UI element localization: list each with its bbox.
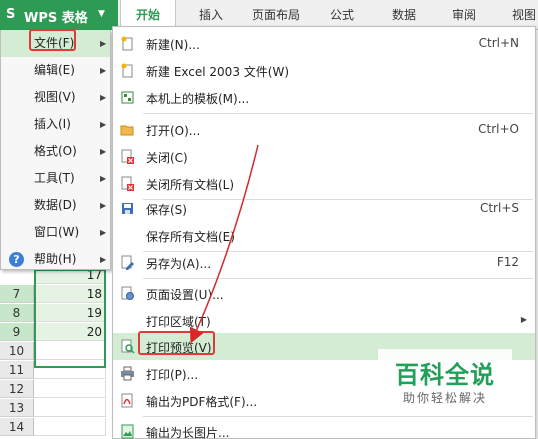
menu-item-local-templates[interactable]: 本机上的模板(M)... [113, 84, 535, 111]
row-header[interactable]: 7 [0, 285, 34, 303]
menu-item-label: 窗口(W) [34, 225, 80, 239]
menu-item-page-setup[interactable]: 页面设置(U)... [113, 280, 535, 307]
table-cell[interactable] [34, 418, 106, 436]
chevron-right-icon: ▶ [100, 66, 107, 75]
annotation-highlight-box [29, 29, 76, 51]
menu-item-label: 格式(O) [34, 144, 77, 158]
menu-item-label: 编辑(E) [34, 63, 75, 77]
menu-item-label: 保存(S) [146, 203, 187, 217]
menu-item-label: 新建(N)... [146, 38, 200, 52]
menu-item-save[interactable]: 保存(S) Ctrl+S [113, 195, 535, 222]
template-icon [121, 91, 134, 104]
chevron-right-icon: ▶ [520, 315, 527, 324]
menu-item-close[interactable]: 关闭(C) [113, 143, 535, 170]
menu-item-save-as[interactable]: 另存为(A)... F12 [113, 249, 535, 276]
row-header[interactable]: 12 [0, 380, 34, 398]
row-header[interactable]: 8 [0, 304, 34, 322]
chevron-right-icon: ▶ [100, 147, 107, 156]
menu-item-label: 关闭所有文档(L) [146, 178, 235, 192]
menu-item-label: 本机上的模板(M)... [146, 92, 250, 106]
menu-item-label: 输出为长图片... [146, 426, 230, 439]
pdf-icon [121, 393, 133, 408]
chevron-right-icon: ▶ [100, 120, 107, 129]
shortcut-label: F12 [496, 255, 519, 269]
menu-item-label: 另存为(A)... [146, 257, 212, 271]
menu-item-close-all[interactable]: 关闭所有文档(L) [113, 170, 535, 197]
menu-item-print-area[interactable]: 打印区域(T) ▶ [113, 307, 535, 334]
menu-item-label: 打印区域(T) [146, 315, 211, 329]
chevron-right-icon: ▶ [100, 201, 107, 210]
menu-item-view[interactable]: 视图(V) ▶ [1, 84, 110, 111]
save-as-icon [121, 255, 134, 270]
selection-outline [34, 269, 106, 368]
menu-item-label: 新建 Excel 2003 文件(W) [146, 65, 289, 79]
chevron-right-icon: ▶ [100, 39, 107, 48]
table-cell[interactable] [34, 380, 106, 398]
menu-separator [143, 416, 533, 417]
save-icon [122, 203, 133, 214]
menu-item-tools[interactable]: 工具(T) ▶ [1, 165, 110, 192]
folder-open-icon [120, 125, 134, 136]
app-title: WPS 表格 [24, 11, 88, 26]
chevron-right-icon: ▶ [100, 93, 107, 102]
menu-item-data[interactable]: 数据(D) ▶ [1, 192, 110, 219]
menu-item-label: 打印(P)... [146, 368, 199, 382]
new-file-icon [121, 36, 133, 51]
shortcut-label: Ctrl+S [479, 201, 519, 215]
menu-item-format[interactable]: 格式(O) ▶ [1, 138, 110, 165]
menu-item-insert[interactable]: 插入(I) ▶ [1, 111, 110, 138]
shortcut-label: Ctrl+N [478, 36, 519, 50]
menu-item-new[interactable]: 新建(N)... Ctrl+N [113, 30, 535, 57]
menu-separator [143, 278, 533, 279]
new-excel-icon [121, 63, 133, 78]
menu-item-label: 视图(V) [34, 90, 76, 104]
watermark-subtitle: 助你轻松解决 [402, 391, 487, 405]
wps-logo-icon: S [6, 7, 16, 22]
menu-item-label: 关闭(C) [146, 151, 188, 165]
row-header[interactable]: 9 [0, 323, 34, 341]
printer-icon [121, 366, 134, 381]
menu-item-help[interactable]: ? 帮助(H) ▶ [1, 246, 110, 273]
shortcut-label: Ctrl+O [478, 122, 519, 136]
long-image-icon [121, 424, 134, 439]
menu-item-label: 帮助(H) [34, 252, 77, 266]
menu-item-label: 打开(O)... [146, 124, 201, 138]
row-header[interactable]: 13 [0, 399, 34, 417]
menu-item-label: 输出为PDF格式(F)... [146, 395, 258, 409]
watermark-title: 百科全说 [395, 361, 495, 389]
menu-item-window[interactable]: 窗口(W) ▶ [1, 219, 110, 246]
close-all-icon [121, 176, 134, 191]
chevron-right-icon: ▶ [100, 174, 107, 183]
menu-item-save-all[interactable]: 保存所有文档(E) [113, 222, 535, 249]
menu-separator [143, 113, 533, 114]
table-cell[interactable] [34, 399, 106, 417]
chevron-right-icon: ▶ [100, 228, 107, 237]
watermark: 百科全说 助你轻松解决 [378, 349, 512, 413]
menu-item-label: 工具(T) [34, 171, 75, 185]
chevron-right-icon: ▶ [100, 255, 107, 264]
menu-item-label: 数据(D) [34, 198, 77, 212]
wps-main-menu: 文件(F) ▶ 编辑(E) ▶ 视图(V) ▶ 插入(I) ▶ 格式(O) ▶ … [0, 30, 111, 270]
menu-item-new-excel-2003[interactable]: 新建 Excel 2003 文件(W) [113, 57, 535, 84]
menu-item-export-long-image[interactable]: 输出为长图片... [113, 418, 535, 439]
menu-item-label: 页面设置(U)... [146, 288, 224, 302]
menu-item-open[interactable]: 打开(O)... Ctrl+O [113, 116, 535, 143]
menu-item-label: 保存所有文档(E) [146, 230, 235, 244]
page-setup-icon [121, 286, 134, 300]
wps-app-menu-button[interactable]: S WPS 表格 ▼ [0, 0, 118, 30]
close-file-icon [121, 149, 134, 164]
menu-item-label: 插入(I) [34, 117, 71, 131]
print-preview-icon [121, 339, 135, 354]
help-icon: ? [9, 252, 24, 267]
row-header[interactable]: 11 [0, 361, 34, 379]
chevron-down-icon: ▼ [98, 9, 105, 19]
annotation-highlight-box [138, 331, 215, 355]
menu-item-edit[interactable]: 编辑(E) ▶ [1, 57, 110, 84]
row-header[interactable]: 14 [0, 418, 34, 436]
row-header[interactable]: 10 [0, 342, 34, 360]
